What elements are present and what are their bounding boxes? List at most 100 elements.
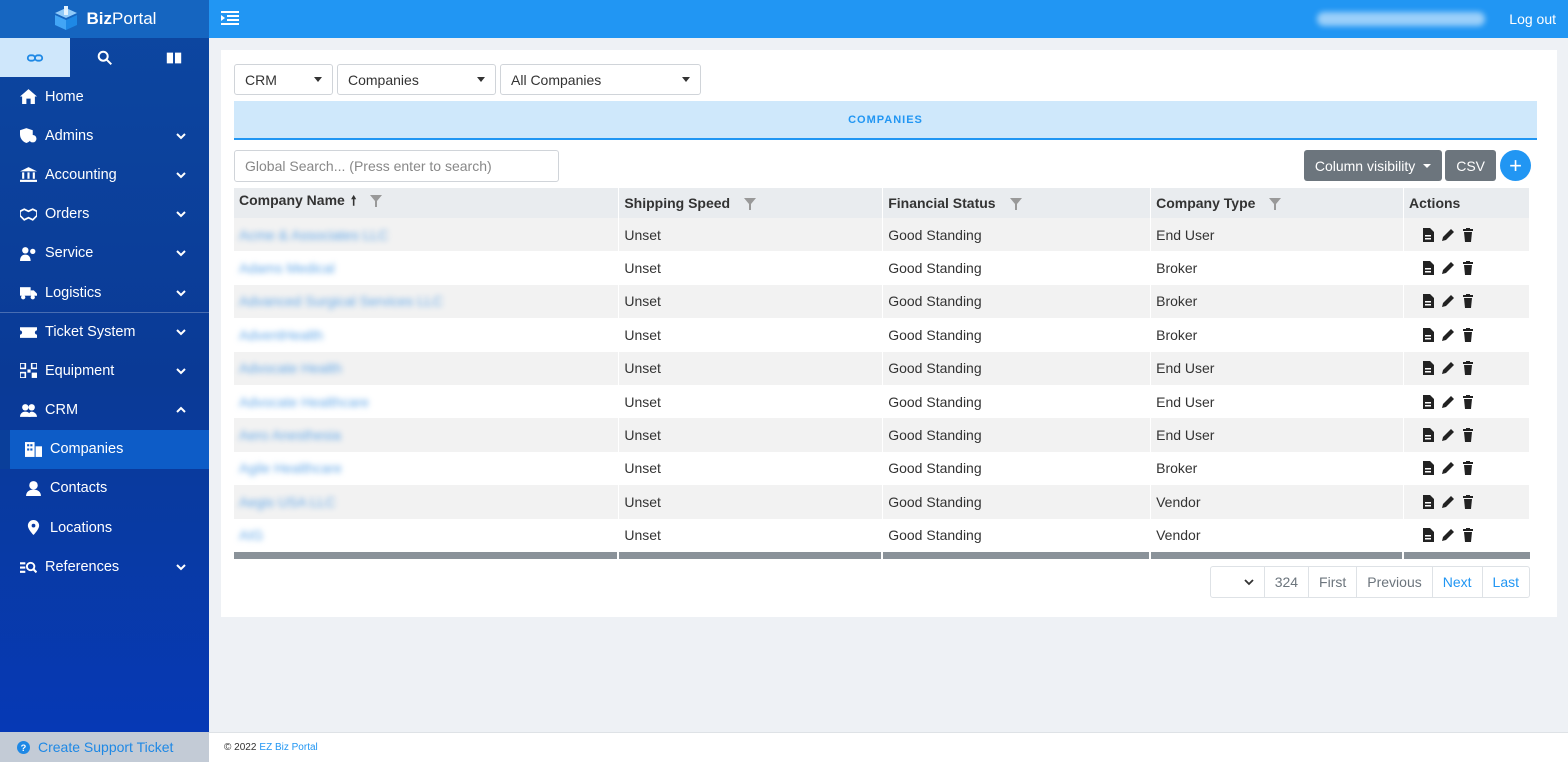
delete-trash-icon[interactable] — [1461, 327, 1475, 342]
view-document-icon[interactable] — [1421, 227, 1435, 242]
tab-docs[interactable] — [139, 38, 209, 77]
company-name-cell[interactable]: Advanced Surgical Services LLC — [234, 284, 620, 319]
company-name-cell[interactable]: Aero Anesthesia — [234, 418, 620, 452]
logout-link[interactable]: Log out — [1509, 11, 1556, 27]
company-name-cell[interactable]: Acme & Associates LLC — [234, 218, 620, 252]
table-row[interactable]: Adams Medical Unset Good Standing Broker — [234, 251, 1530, 285]
edit-pencil-icon[interactable] — [1441, 528, 1455, 542]
company-name-cell[interactable]: Adams Medical — [234, 251, 620, 285]
table-row[interactable]: Aegis USA LLC Unset Good Standing Vendor — [234, 485, 1530, 519]
add-company-button[interactable]: + — [1500, 150, 1531, 181]
next-page-button[interactable]: Next — [1433, 567, 1483, 597]
brand-name: BizPortal — [86, 9, 157, 28]
view-document-icon[interactable] — [1421, 261, 1435, 276]
view-document-icon[interactable] — [1421, 361, 1435, 376]
entity-select[interactable]: Companies — [337, 64, 496, 95]
sidebar-item-crm[interactable]: CRM — [0, 391, 209, 430]
filter-icon[interactable] — [1009, 198, 1022, 211]
edit-pencil-icon[interactable] — [1441, 328, 1455, 342]
sidebar-tabs — [0, 38, 209, 77]
sidebar-item-home[interactable]: Home — [0, 77, 209, 116]
delete-trash-icon[interactable] — [1461, 428, 1475, 443]
company-name-cell[interactable]: Agile Healthcare — [234, 451, 620, 486]
sidebar-item-contacts[interactable]: Contacts — [0, 469, 209, 508]
table-row[interactable]: AIG Unset Good Standing Vendor — [234, 518, 1530, 552]
previous-page-button[interactable]: Previous — [1357, 567, 1433, 597]
col-company-type[interactable]: Company Type — [1150, 188, 1404, 218]
delete-trash-icon[interactable] — [1461, 494, 1475, 509]
shipping-speed-cell: Unset — [618, 418, 884, 452]
global-search-input[interactable] — [234, 150, 559, 182]
sidebar-item-references[interactable]: References — [0, 547, 209, 586]
company-name-cell[interactable]: Advocate Healthcare — [234, 384, 620, 419]
search-icon — [97, 50, 112, 65]
tab-links[interactable] — [0, 38, 70, 77]
page-size-select[interactable] — [1211, 567, 1265, 597]
last-page-button[interactable]: Last — [1483, 567, 1529, 597]
table-row[interactable]: Advocate Health Unset Good Standing End Use… — [234, 351, 1530, 385]
table-row[interactable]: Advocate Healthcare Unset Good Standing End… — [234, 384, 1530, 419]
table-row[interactable]: AdventHealth Unset Good Standing Broker — [234, 318, 1530, 352]
edit-pencil-icon[interactable] — [1441, 461, 1455, 475]
table-header-row: Company Name 🠕 Shipping Speed Financial S… — [234, 188, 1530, 218]
col-shipping-speed[interactable]: Shipping Speed — [618, 188, 884, 218]
col-financial-status[interactable]: Financial Status — [882, 188, 1152, 218]
table-row[interactable]: Aero Anesthesia Unset Good Standing End Use… — [234, 418, 1530, 452]
csv-button[interactable]: CSV — [1445, 150, 1496, 181]
sidebar-item-ticket-system[interactable]: Ticket System — [0, 312, 209, 351]
col-company-name[interactable]: Company Name 🠕 — [234, 188, 620, 218]
menu-toggle-icon[interactable] — [221, 11, 239, 27]
chevron-down-icon — [1244, 579, 1254, 586]
table-row[interactable]: Acme & Associates LLC Unset Good Standing E… — [234, 218, 1530, 252]
sidebar-item-logistics[interactable]: Logistics — [0, 273, 209, 312]
module-select[interactable]: CRM — [234, 64, 333, 95]
edit-pencil-icon[interactable] — [1441, 428, 1455, 442]
tab-search[interactable] — [70, 38, 140, 77]
view-document-icon[interactable] — [1421, 327, 1435, 342]
delete-trash-icon[interactable] — [1461, 261, 1475, 276]
sidebar-item-companies[interactable]: Companies — [0, 429, 209, 469]
delete-trash-icon[interactable] — [1461, 227, 1475, 242]
sidebar-item-locations[interactable]: Locations — [0, 508, 209, 547]
view-document-icon[interactable] — [1421, 494, 1435, 509]
sidebar-item-service[interactable]: Service — [0, 234, 209, 273]
sidebar-item-accounting[interactable]: Accounting — [0, 155, 209, 194]
sidebar-item-equipment[interactable]: Equipment — [0, 351, 209, 390]
edit-pencil-icon[interactable] — [1441, 261, 1455, 275]
edit-pencil-icon[interactable] — [1441, 361, 1455, 375]
brand[interactable]: BizPortal — [0, 0, 209, 38]
edit-pencil-icon[interactable] — [1441, 495, 1455, 509]
filter-icon[interactable] — [744, 198, 757, 211]
view-select[interactable]: All Companies — [500, 64, 701, 95]
company-name-cell[interactable]: AIG — [234, 518, 620, 552]
filter-icon[interactable] — [370, 195, 383, 208]
sort-asc-icon[interactable]: 🠕 — [351, 192, 357, 214]
edit-pencil-icon[interactable] — [1441, 395, 1455, 409]
view-document-icon[interactable] — [1421, 428, 1435, 443]
table-row[interactable]: Agile Healthcare Unset Good Standing Broker — [234, 451, 1530, 486]
view-document-icon[interactable] — [1421, 461, 1435, 476]
sidebar-item-orders[interactable]: Orders — [0, 195, 209, 234]
view-document-icon[interactable] — [1421, 394, 1435, 409]
delete-trash-icon[interactable] — [1461, 361, 1475, 376]
company-name-cell[interactable]: Aegis USA LLC — [234, 485, 620, 519]
column-visibility-button[interactable]: Column visibility — [1303, 150, 1443, 181]
filter-icon[interactable] — [1269, 198, 1282, 211]
sidebar-item-admins[interactable]: Admins — [0, 116, 209, 155]
company-name-cell[interactable]: AdventHealth — [234, 318, 620, 352]
delete-trash-icon[interactable] — [1461, 394, 1475, 409]
delete-trash-icon[interactable] — [1461, 528, 1475, 543]
first-page-button[interactable]: First — [1309, 567, 1358, 597]
view-document-icon[interactable] — [1421, 528, 1435, 543]
delete-trash-icon[interactable] — [1461, 461, 1475, 476]
create-support-ticket-link[interactable]: ? Create Support Ticket — [0, 732, 209, 762]
chevron-down-icon — [176, 368, 186, 375]
company-name-cell[interactable]: Advocate Health — [234, 351, 620, 385]
footer-link[interactable]: EZ Biz Portal — [259, 742, 317, 753]
edit-pencil-icon[interactable] — [1441, 228, 1455, 242]
table-row[interactable]: Advanced Surgical Services LLC Unset Good … — [234, 284, 1530, 319]
delete-trash-icon[interactable] — [1461, 294, 1475, 309]
view-document-icon[interactable] — [1421, 294, 1435, 309]
edit-pencil-icon[interactable] — [1441, 294, 1455, 308]
row-actions — [1409, 494, 1524, 509]
